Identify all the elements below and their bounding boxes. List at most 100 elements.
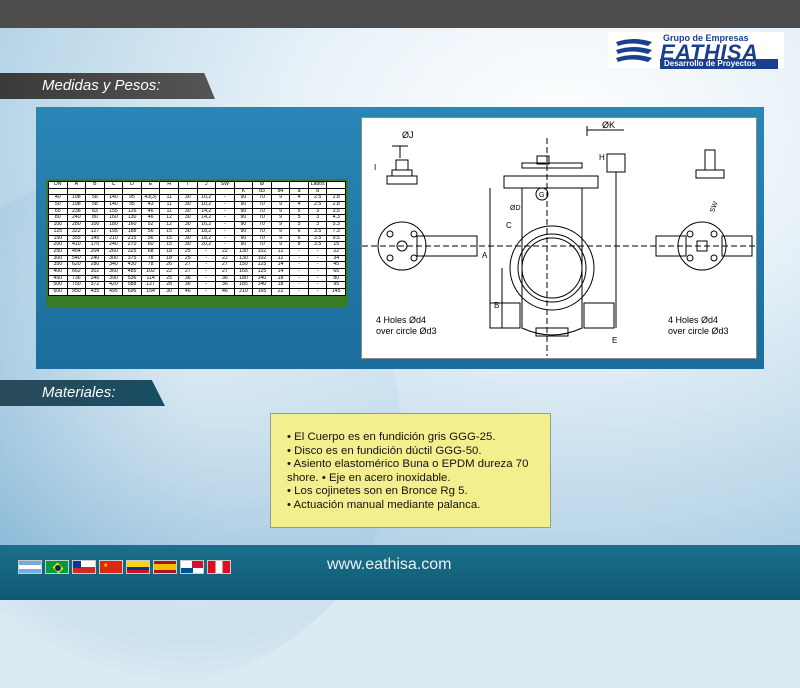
table-cell: 90 (233, 194, 254, 203)
table-cell: - (289, 247, 309, 256)
peru-flag-icon[interactable] (207, 560, 231, 574)
colombia-flag-icon[interactable] (126, 560, 150, 574)
table-cell: 5 (289, 214, 309, 223)
argentina-flag-icon[interactable] (18, 560, 42, 574)
table-cell: 90 (233, 207, 254, 216)
spain-flag-icon[interactable] (153, 560, 177, 574)
table-cell: - (307, 288, 328, 296)
table-cell: 12 (159, 214, 179, 223)
materials-list: • El Cuerpo es en fundición gris GGG-25.… (287, 431, 542, 513)
table-cell: 56 (140, 234, 161, 243)
table-cell: 198 (66, 201, 87, 209)
table-body: 40 198 58 140 95 43(3) 11 30 10,2-90 70 9 4 2.5 2.8 50… (48, 194, 346, 296)
table-header-cell: I (177, 181, 198, 189)
table-cell: 18,2 (196, 234, 217, 243)
table-cell: 155 (103, 207, 124, 216)
table-cell: 3.5 (307, 227, 328, 236)
table-cell: 27 (177, 261, 198, 269)
table-cell: 46 (177, 288, 198, 296)
panama-flag-icon[interactable] (180, 560, 204, 574)
table-header-cell (233, 181, 254, 189)
eathisa-logo-icon (616, 39, 652, 62)
table-row: 100 280 100 180 160 52 12 30 16,2-90 70 9 5 3 5.3 (48, 221, 346, 229)
table-subheader-cell (159, 187, 179, 196)
table-cell: 10,2 (196, 194, 217, 203)
table-cell: 15 (159, 227, 179, 236)
table-cell: 14 (270, 267, 291, 276)
table-cell: - (215, 241, 235, 249)
table-cell: - (196, 274, 217, 283)
table-subheader-cell (326, 187, 346, 196)
table-cell: - (307, 267, 328, 276)
table-cell: 90 (233, 234, 254, 243)
table-cell: 150 (233, 261, 254, 269)
table-cell: 3.5 (307, 241, 328, 249)
table-cell: 204 (85, 247, 105, 256)
table-header-cell (326, 181, 346, 189)
table-cell: 130 (122, 214, 142, 223)
table-cell: 390 (103, 274, 124, 283)
table-cell: 30 (177, 234, 198, 243)
table-cell: 130 (233, 254, 254, 263)
table-cell: 11 (159, 194, 179, 203)
dimensions-table-box: DN A B C D E H I J SW Ø Lados Kd3 d4 a b 40 198 58 140 95 4… (46, 179, 348, 307)
holes-left-line1: 4 Holes Ød4 (376, 315, 426, 325)
china-flag-icon[interactable]: ★ (99, 560, 123, 574)
table-cell: - (196, 254, 217, 263)
holes-left-line2: over circle Ød3 (376, 326, 437, 336)
table-cell: 375 (122, 254, 142, 263)
table-cell: 26 (159, 261, 179, 269)
table-cell: 25 (177, 254, 198, 263)
table-cell: 10,2 (196, 201, 217, 209)
table-cell: 8 (289, 241, 309, 249)
table-cell: 34 (326, 254, 346, 263)
chile-flag-icon[interactable] (72, 560, 96, 574)
table-cell: 20,2 (196, 241, 217, 249)
table-cell: 14,2 (196, 207, 217, 216)
table-cell: 25 (177, 247, 198, 256)
label-c: C (506, 221, 512, 230)
table-cell: 46 (140, 207, 161, 216)
label-h: H (599, 153, 605, 162)
table-cell: 125 (252, 267, 272, 276)
materials-item: • Disco es en fundición dúctil GGG-50. (287, 444, 482, 457)
label-e: E (612, 336, 617, 345)
table-subheader-cell: K (233, 187, 254, 196)
table-cell: 170 (85, 241, 105, 249)
table-cell: 2.5 (307, 194, 328, 203)
table-cell: 2.8 (326, 201, 346, 209)
footer-url[interactable]: www.eathisa.com (327, 556, 452, 574)
table-cell: 3 (307, 214, 328, 223)
table-header-cell: A (66, 181, 87, 189)
table-cell: 95 (326, 281, 346, 289)
table-cell: 3.5 (326, 207, 346, 216)
table-cell: 195 (103, 227, 124, 236)
table-cell: 140 (252, 281, 272, 289)
table-cell: 12 (159, 221, 179, 229)
table-cell: 464 (66, 247, 87, 256)
table-cell: 46 (215, 288, 235, 296)
brazil-flag-icon[interactable] (45, 560, 69, 574)
materials-item: • Los cojinetes son en Bronce Rg 5. (287, 485, 468, 498)
table-header-cell: C (103, 181, 124, 189)
table-header-row: DN A B C D E H I J SW Ø Lados (48, 181, 346, 189)
table-cell: 80 (326, 274, 346, 283)
table-cell: 140 (252, 274, 272, 283)
table-cell: 165 (233, 267, 254, 276)
table-cell: 83 (85, 207, 105, 216)
table-cell: 7.3 (326, 227, 346, 236)
table-cell: 188 (122, 227, 142, 236)
table-cell: 70 (252, 241, 272, 249)
table-cell: 2.5 (307, 201, 328, 209)
table-cell: 485 (122, 267, 142, 276)
table-cell: 4 (289, 201, 309, 209)
table-cell: 240 (85, 254, 105, 263)
table-cell: 165 (252, 288, 272, 296)
table-cell: - (196, 281, 217, 289)
table-header-cell: B (85, 181, 105, 189)
table-cell: 90 (233, 214, 254, 223)
table-cell: 27 (215, 267, 235, 276)
table-cell: 27 (177, 267, 198, 276)
materials-note: • El Cuerpo es en fundición gris GGG-25.… (270, 413, 551, 528)
table-cell: 588 (122, 281, 142, 289)
